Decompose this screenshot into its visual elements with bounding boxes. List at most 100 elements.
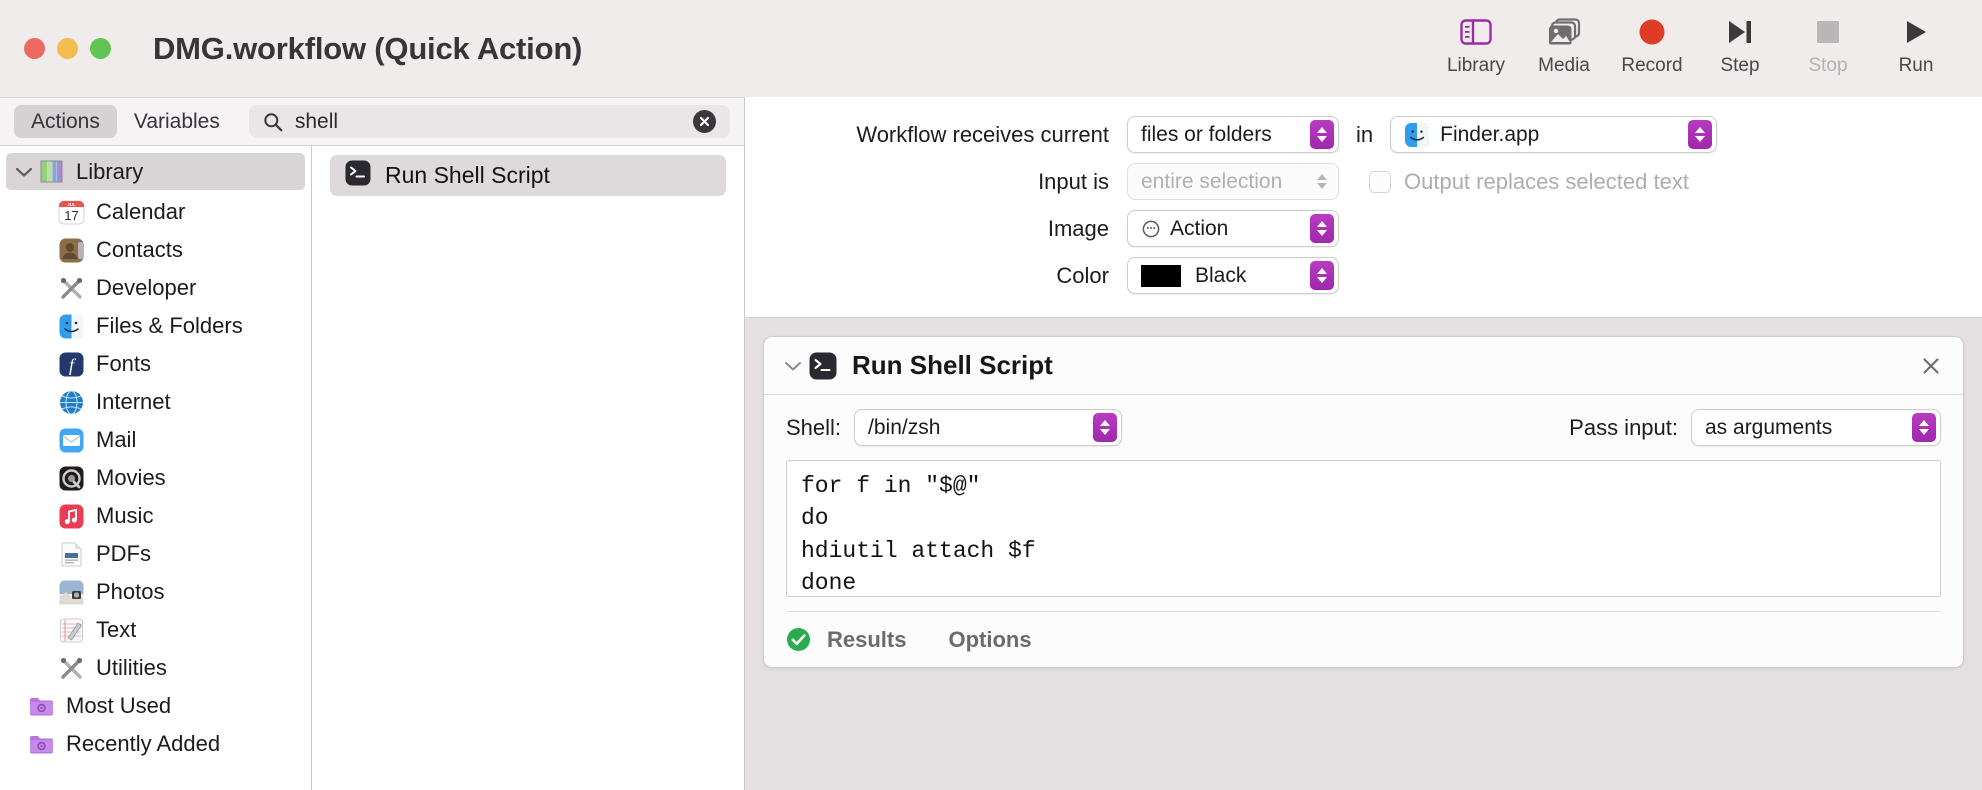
library-item-music[interactable]: Music	[0, 497, 311, 535]
toolbar-button-run[interactable]: Run	[1872, 6, 1960, 77]
action-result-run-shell-script[interactable]: Run Shell Script	[330, 155, 726, 196]
library-item-most-used[interactable]: Most Used	[0, 687, 311, 725]
browser-tab-group: Actions Variables	[14, 105, 237, 138]
search-field[interactable]: shell	[248, 105, 730, 138]
library-item-calendar[interactable]: JUL 17 Calendar	[0, 193, 311, 231]
search-input[interactable]: shell	[295, 110, 693, 134]
library-item-label: Most Used	[66, 693, 172, 718]
workflow-app-value: Finder.app	[1440, 122, 1540, 146]
action-card-header: Run Shell Script	[764, 337, 1963, 395]
toolbar-button-step[interactable]: Step	[1696, 6, 1784, 77]
library-item-label: Developer	[96, 275, 197, 300]
browser-toolbar: Actions Variables shell	[0, 97, 744, 146]
title-bar: DMG.workflow (Quick Action) Library Medi…	[0, 0, 1982, 97]
action-result-label: Run Shell Script	[385, 162, 550, 188]
chevron-updown-icon[interactable]	[1310, 120, 1334, 149]
action-card-controls: Shell: /bin/zsh Pass input: as arguments	[764, 395, 1963, 456]
smart-folder-icon	[28, 693, 55, 720]
script-editor[interactable]: for f in "$@" do hdiutil attach $f done	[786, 460, 1941, 597]
close-window-button[interactable]	[24, 38, 45, 59]
chevron-updown-icon[interactable]	[1310, 214, 1334, 243]
internet-globe-icon	[58, 389, 85, 416]
close-icon[interactable]	[1917, 352, 1945, 380]
chevron-updown-icon[interactable]	[1310, 167, 1334, 196]
action-gear-icon	[1142, 220, 1160, 237]
workflow-input-is-select[interactable]: entire selection	[1127, 163, 1339, 200]
zoom-window-button[interactable]	[90, 38, 111, 59]
workflow-color-value: Black	[1195, 263, 1247, 287]
toolbar-label-run: Run	[1898, 55, 1934, 76]
toolbar-button-record[interactable]: Record	[1608, 6, 1696, 77]
workflow-app-select[interactable]: Finder.app	[1390, 116, 1718, 153]
library-item-label: Utilities	[96, 655, 167, 680]
tab-actions[interactable]: Actions	[14, 105, 117, 138]
workflow-image-value: Action	[1170, 216, 1229, 240]
traffic-lights	[24, 38, 111, 59]
library-item-label: Music	[96, 503, 154, 528]
workflow-in-label: in	[1356, 121, 1374, 147]
chevron-down-icon[interactable]	[778, 360, 808, 372]
photos-icon	[58, 579, 85, 606]
library-list[interactable]: Library JUL 17 Calendar Contacts Develop…	[0, 146, 312, 790]
library-item-photos[interactable]: Photos	[0, 573, 311, 611]
library-item-developer[interactable]: Developer	[0, 269, 311, 307]
window-body: Actions Variables shell Library JUL 17 C…	[0, 97, 1982, 790]
svg-text:17: 17	[64, 208, 78, 223]
window-title: DMG.workflow (Quick Action)	[153, 30, 583, 66]
minimize-window-button[interactable]	[57, 38, 78, 59]
toolbar-label-library: Library	[1446, 55, 1506, 76]
workflow-receives-select[interactable]: files or folders	[1127, 116, 1339, 153]
toolbar: Library Media Record Step Stop Run	[1432, 6, 1960, 77]
chevron-updown-icon[interactable]	[1912, 413, 1936, 442]
shell-select[interactable]: /bin/zsh	[854, 409, 1123, 446]
utilities-tools-icon	[58, 655, 85, 682]
terminal-icon	[809, 352, 837, 379]
clear-search-icon[interactable]	[693, 110, 716, 133]
library-item-movies[interactable]: Movies	[0, 459, 311, 497]
library-item-fonts[interactable]: f Fonts	[0, 345, 311, 383]
output-replaces-checkbox[interactable]	[1369, 170, 1391, 193]
textedit-icon	[58, 617, 85, 644]
action-results-list[interactable]: Run Shell Script	[312, 146, 744, 790]
mail-icon	[58, 427, 85, 454]
workflow-image-select[interactable]: Action	[1127, 210, 1339, 247]
results-button[interactable]: Results	[827, 627, 906, 653]
media-stack-icon	[1547, 15, 1581, 49]
stop-square-icon	[1815, 15, 1841, 49]
shell-label: Shell:	[786, 414, 842, 440]
toolbar-label-record: Record	[1621, 55, 1683, 76]
output-replaces-row[interactable]: Output replaces selected text	[1369, 169, 1689, 195]
chevron-updown-icon[interactable]	[1093, 413, 1118, 442]
toolbar-button-stop[interactable]: Stop	[1784, 6, 1872, 77]
workflow-color-select[interactable]: Black	[1127, 257, 1339, 294]
library-item-pdfs[interactable]: PDFs	[0, 535, 311, 573]
search-icon	[264, 112, 283, 131]
browser-columns: Library JUL 17 Calendar Contacts Develop…	[0, 146, 744, 790]
chevron-down-icon[interactable]	[10, 166, 38, 178]
workflow-input-is-value: entire selection	[1141, 169, 1283, 193]
contacts-icon	[58, 237, 85, 264]
color-swatch	[1141, 264, 1181, 287]
play-triangle-icon	[1903, 15, 1929, 49]
quicktime-icon	[58, 465, 85, 492]
library-group-row[interactable]: Library	[6, 153, 305, 190]
library-item-files-folders[interactable]: Files & Folders	[0, 307, 311, 345]
workflow-pane: Workflow receives current files or folde…	[744, 97, 1982, 790]
chevron-updown-icon[interactable]	[1688, 120, 1713, 149]
library-item-mail[interactable]: Mail	[0, 421, 311, 459]
chevron-updown-icon[interactable]	[1310, 261, 1334, 290]
toolbar-button-media[interactable]: Media	[1520, 6, 1608, 77]
pass-input-select[interactable]: as arguments	[1691, 409, 1941, 446]
library-item-contacts[interactable]: Contacts	[0, 231, 311, 269]
library-item-internet[interactable]: Internet	[0, 383, 311, 421]
options-button[interactable]: Options	[948, 627, 1031, 653]
workflow-settings: Workflow receives current files or folde…	[745, 97, 1982, 318]
workflow-canvas[interactable]: Run Shell Script Shell: /bin/zsh Pass in…	[745, 318, 1982, 790]
tab-variables[interactable]: Variables	[117, 105, 237, 138]
library-item-label: Files & Folders	[96, 313, 243, 338]
library-item-recently-added[interactable]: Recently Added	[0, 725, 311, 763]
toolbar-button-library[interactable]: Library	[1432, 6, 1520, 77]
library-item-utilities[interactable]: Utilities	[0, 649, 311, 687]
library-item-text[interactable]: Text	[0, 611, 311, 649]
library-panel-icon	[1460, 15, 1492, 49]
